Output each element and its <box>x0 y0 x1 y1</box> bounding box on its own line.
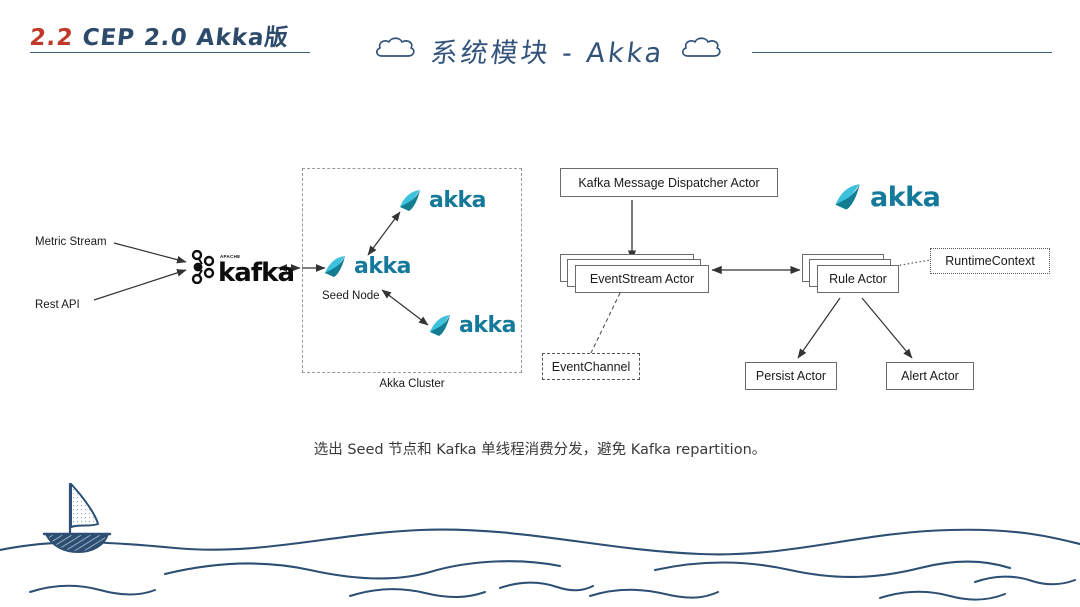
input-label-metric-stream: Metric Stream <box>35 236 107 248</box>
akka-logo-icon <box>835 184 860 210</box>
akka-node-bottom: akka <box>428 313 516 338</box>
akka-logo-icon <box>430 314 450 336</box>
actor-stack-event-stream[interactable]: EventStream Actor <box>560 254 712 296</box>
section-number: 2.2 <box>28 25 75 51</box>
akka-logo-icon <box>325 255 345 277</box>
actor-label: Rule Actor <box>829 272 887 286</box>
akka-node-label: akka <box>459 313 516 338</box>
kafka-logo: APACHE kafka <box>190 249 295 289</box>
akka-node-top: akka <box>398 188 486 213</box>
akka-cluster-caption: Akka Cluster <box>379 378 445 390</box>
slide-caption: 选出 Seed 节点和 Kafka 单线程消费分发，避免 Kafka repar… <box>313 442 767 458</box>
section-title-text: CEP 2.0 Akka版 <box>81 25 290 51</box>
section-heading: 2.2 CEP 2.0 Akka版 <box>28 18 290 52</box>
akka-node-label: akka <box>354 254 411 279</box>
actor-box-alert[interactable]: Alert Actor <box>886 362 974 390</box>
actor-label: Kafka Message Dispatcher Actor <box>578 175 760 190</box>
akka-node-label: akka <box>429 188 486 213</box>
header-center-group: 系统模块 - Akka <box>348 22 748 78</box>
page-title: 系统模块 - Akka <box>428 37 667 69</box>
akka-node-seed: akka <box>323 254 411 279</box>
actor-label: EventStream Actor <box>589 272 695 286</box>
kafka-logo-icon <box>190 249 216 289</box>
footer-decoration <box>0 470 1080 607</box>
component-label: RuntimeContext <box>945 254 1035 268</box>
kafka-apache-label: APACHE <box>220 253 241 259</box>
cloud-icon <box>373 34 417 67</box>
component-box-event-channel[interactable]: EventChannel <box>542 353 640 380</box>
input-label-rest-api: Rest API <box>35 299 80 311</box>
component-box-runtime-context[interactable]: RuntimeContext <box>930 248 1050 274</box>
akka-standalone-label: akka <box>870 182 941 213</box>
seed-node-label: Seed Node <box>322 290 380 302</box>
slide-canvas: 2.2 CEP 2.0 Akka版 系统模块 - Akka Metric Str… <box>0 0 1080 607</box>
actor-label: Persist Actor <box>755 369 827 383</box>
actor-box-persist[interactable]: Persist Actor <box>745 362 837 390</box>
architecture-diagram: Metric Stream Rest API APACHE kafka Akka… <box>0 150 1080 410</box>
akka-logo-icon <box>400 189 420 211</box>
slide-header: 2.2 CEP 2.0 Akka版 系统模块 - Akka <box>0 0 1080 95</box>
component-label: EventChannel <box>551 359 631 374</box>
actor-box-kafka-message-dispatcher[interactable]: Kafka Message Dispatcher Actor <box>560 168 778 197</box>
header-rule-left <box>30 52 310 53</box>
sailboat-icon <box>42 482 112 553</box>
actor-box-rule[interactable]: Rule Actor <box>817 265 899 293</box>
actor-stack-rule[interactable]: Rule Actor <box>802 254 902 296</box>
akka-logo-standalone: akka <box>833 182 941 213</box>
actor-label: Alert Actor <box>901 369 959 383</box>
cloud-icon <box>679 34 723 67</box>
actor-box-event-stream[interactable]: EventStream Actor <box>575 265 709 293</box>
wave-lines-icon <box>0 528 1080 601</box>
header-rule-right <box>752 52 1052 53</box>
